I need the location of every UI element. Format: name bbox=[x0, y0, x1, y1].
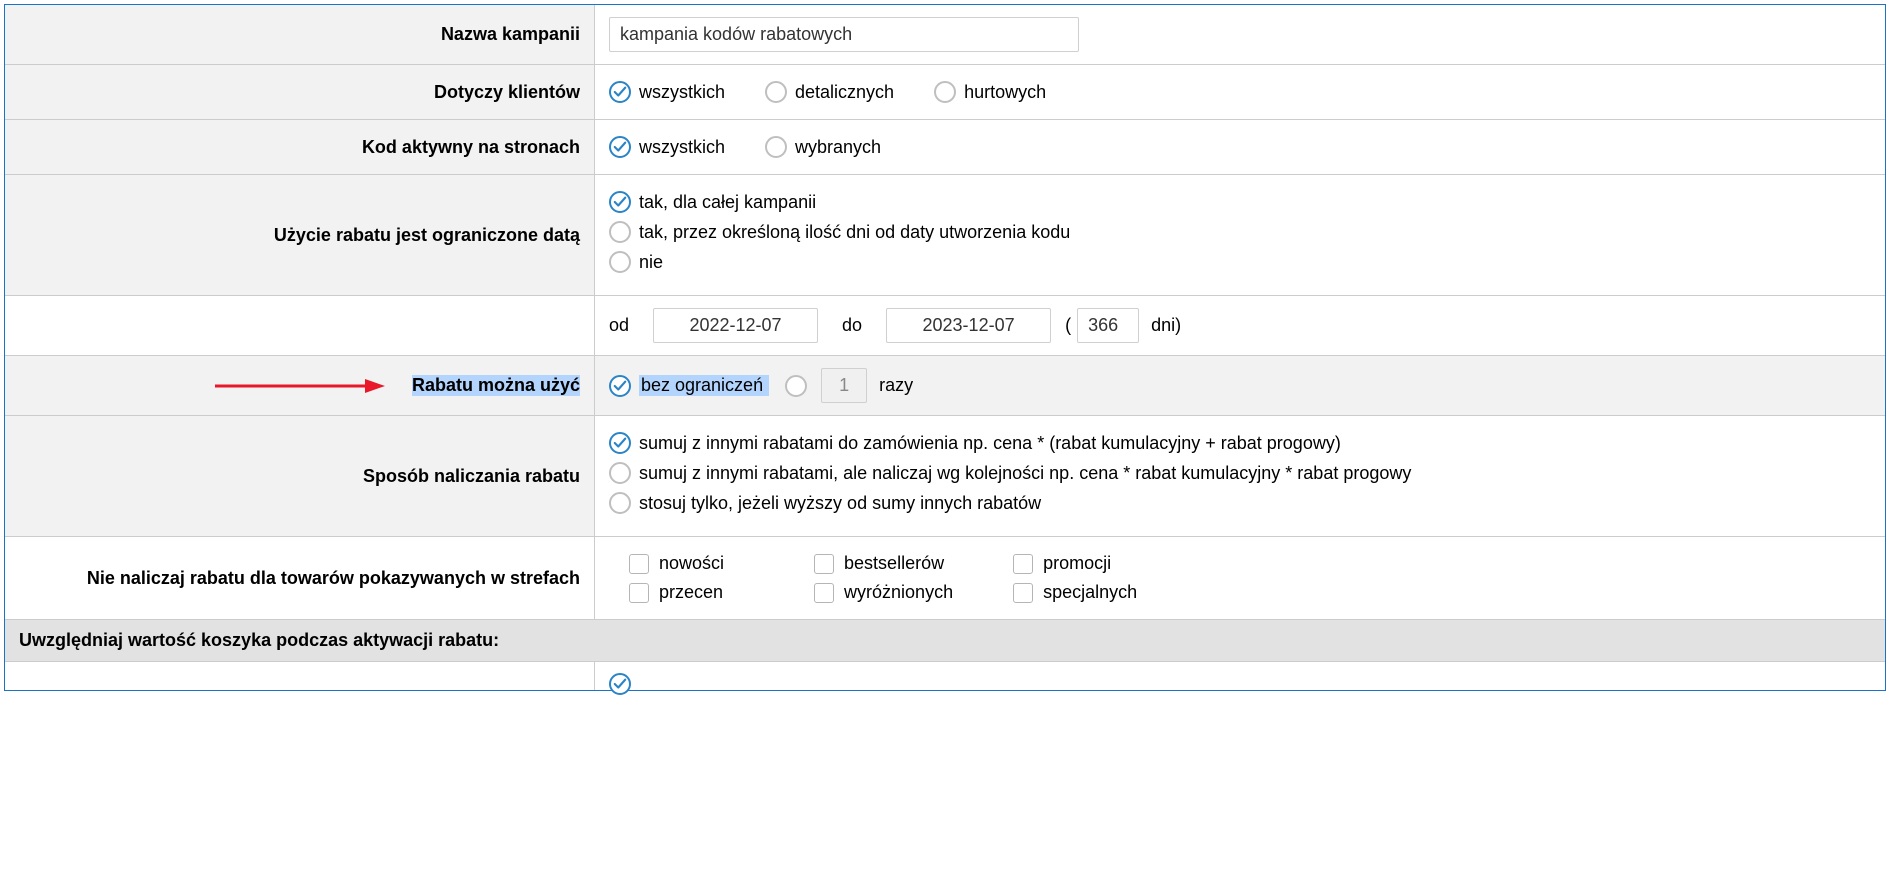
usage-times-label: razy bbox=[879, 375, 913, 396]
arrow-icon bbox=[215, 376, 385, 396]
radio-date-days[interactable] bbox=[609, 221, 631, 243]
date-from-input[interactable] bbox=[653, 308, 818, 343]
radio-calc-sum[interactable] bbox=[609, 432, 631, 454]
radio-usage-times[interactable] bbox=[785, 375, 807, 397]
section-header-cart: Uwzględniaj wartość koszyka podczas akty… bbox=[5, 620, 1885, 662]
days-label: dni) bbox=[1151, 315, 1181, 336]
radio-date-no[interactable] bbox=[609, 251, 631, 273]
radio-label-calc-sum[interactable]: sumuj z innymi rabatami do zamówienia np… bbox=[639, 433, 1341, 454]
row-campaign-name: Nazwa kampanii bbox=[5, 5, 1885, 65]
discount-campaign-form: Nazwa kampanii Dotyczy klientów wszystki… bbox=[4, 4, 1886, 691]
radio-pages-all[interactable] bbox=[609, 136, 631, 158]
radio-clients-retail[interactable] bbox=[765, 81, 787, 103]
radio-label-calc-seq[interactable]: sumuj z innymi rabatami, ale naliczaj wg… bbox=[639, 463, 1411, 484]
label-usage: Rabatu można użyć bbox=[5, 356, 595, 415]
checkbox-label-zone-featured[interactable]: wyróżnionych bbox=[844, 582, 953, 603]
checkbox-label-zone-new[interactable]: nowości bbox=[659, 553, 724, 574]
label-cutoff bbox=[5, 662, 595, 690]
open-paren: ( bbox=[1065, 315, 1071, 336]
checkbox-label-zone-special[interactable]: specjalnych bbox=[1043, 582, 1137, 603]
checkbox-zone-special[interactable] bbox=[1013, 583, 1033, 603]
checkbox-zone-best[interactable] bbox=[814, 554, 834, 574]
radio-clients-all[interactable] bbox=[609, 81, 631, 103]
checkbox-label-zone-promo[interactable]: promocji bbox=[1043, 553, 1111, 574]
row-active-pages: Kod aktywny na stronach wszystkich wybra… bbox=[5, 120, 1885, 175]
row-usage: Rabatu można użyć bez ograniczeń razy bbox=[5, 356, 1885, 416]
row-date-range: od do ( dni) bbox=[5, 296, 1885, 356]
checkbox-zone-new[interactable] bbox=[629, 554, 649, 574]
label-usage-text: Rabatu można użyć bbox=[412, 375, 580, 396]
label-campaign-name: Nazwa kampanii bbox=[5, 5, 595, 64]
row-cutoff bbox=[5, 662, 1885, 690]
checkbox-label-zone-best[interactable]: bestsellerów bbox=[844, 553, 944, 574]
campaign-name-input[interactable] bbox=[609, 17, 1079, 52]
label-date-limited: Użycie rabatu jest ograniczone datą bbox=[5, 175, 595, 295]
date-to-label: do bbox=[842, 315, 862, 336]
row-clients: Dotyczy klientów wszystkich detalicznych… bbox=[5, 65, 1885, 120]
radio-label-clients-retail[interactable]: detalicznych bbox=[795, 82, 894, 103]
date-from-label: od bbox=[609, 315, 629, 336]
checkbox-zone-sale[interactable] bbox=[629, 583, 649, 603]
radio-label-pages-all[interactable]: wszystkich bbox=[639, 137, 725, 158]
radio-calc-higher[interactable] bbox=[609, 492, 631, 514]
radio-cutoff[interactable] bbox=[609, 673, 631, 695]
radio-pages-selected[interactable] bbox=[765, 136, 787, 158]
radio-label-calc-higher[interactable]: stosuj tylko, jeżeli wyższy od sumy inny… bbox=[639, 493, 1041, 514]
days-count-input[interactable] bbox=[1077, 308, 1139, 343]
radio-label-date-days[interactable]: tak, przez określoną ilość dni od daty u… bbox=[639, 222, 1070, 243]
radio-label-date-whole[interactable]: tak, dla całej kampanii bbox=[639, 192, 816, 213]
row-date-limited: Użycie rabatu jest ograniczone datą tak,… bbox=[5, 175, 1885, 296]
radio-label-clients-wholesale[interactable]: hurtowych bbox=[964, 82, 1046, 103]
radio-label-pages-selected[interactable]: wybranych bbox=[795, 137, 881, 158]
label-calc: Sposób naliczania rabatu bbox=[5, 416, 595, 536]
label-date-range-empty bbox=[5, 296, 595, 355]
checkbox-zone-featured[interactable] bbox=[814, 583, 834, 603]
row-zones: Nie naliczaj rabatu dla towarów pokazywa… bbox=[5, 537, 1885, 620]
radio-calc-seq[interactable] bbox=[609, 462, 631, 484]
row-calc: Sposób naliczania rabatu sumuj z innymi … bbox=[5, 416, 1885, 537]
checkbox-label-zone-sale[interactable]: przecen bbox=[659, 582, 723, 603]
label-zones: Nie naliczaj rabatu dla towarów pokazywa… bbox=[5, 537, 595, 619]
radio-label-usage-unlimited[interactable]: bez ograniczeń bbox=[639, 375, 769, 396]
date-to-input[interactable] bbox=[886, 308, 1051, 343]
radio-date-whole[interactable] bbox=[609, 191, 631, 213]
label-clients: Dotyczy klientów bbox=[5, 65, 595, 119]
label-active-pages: Kod aktywny na stronach bbox=[5, 120, 595, 174]
radio-label-date-no[interactable]: nie bbox=[639, 252, 663, 273]
radio-usage-unlimited[interactable] bbox=[609, 375, 631, 397]
radio-label-clients-all[interactable]: wszystkich bbox=[639, 82, 725, 103]
checkbox-zone-promo[interactable] bbox=[1013, 554, 1033, 574]
radio-clients-wholesale[interactable] bbox=[934, 81, 956, 103]
usage-times-input bbox=[821, 368, 867, 403]
